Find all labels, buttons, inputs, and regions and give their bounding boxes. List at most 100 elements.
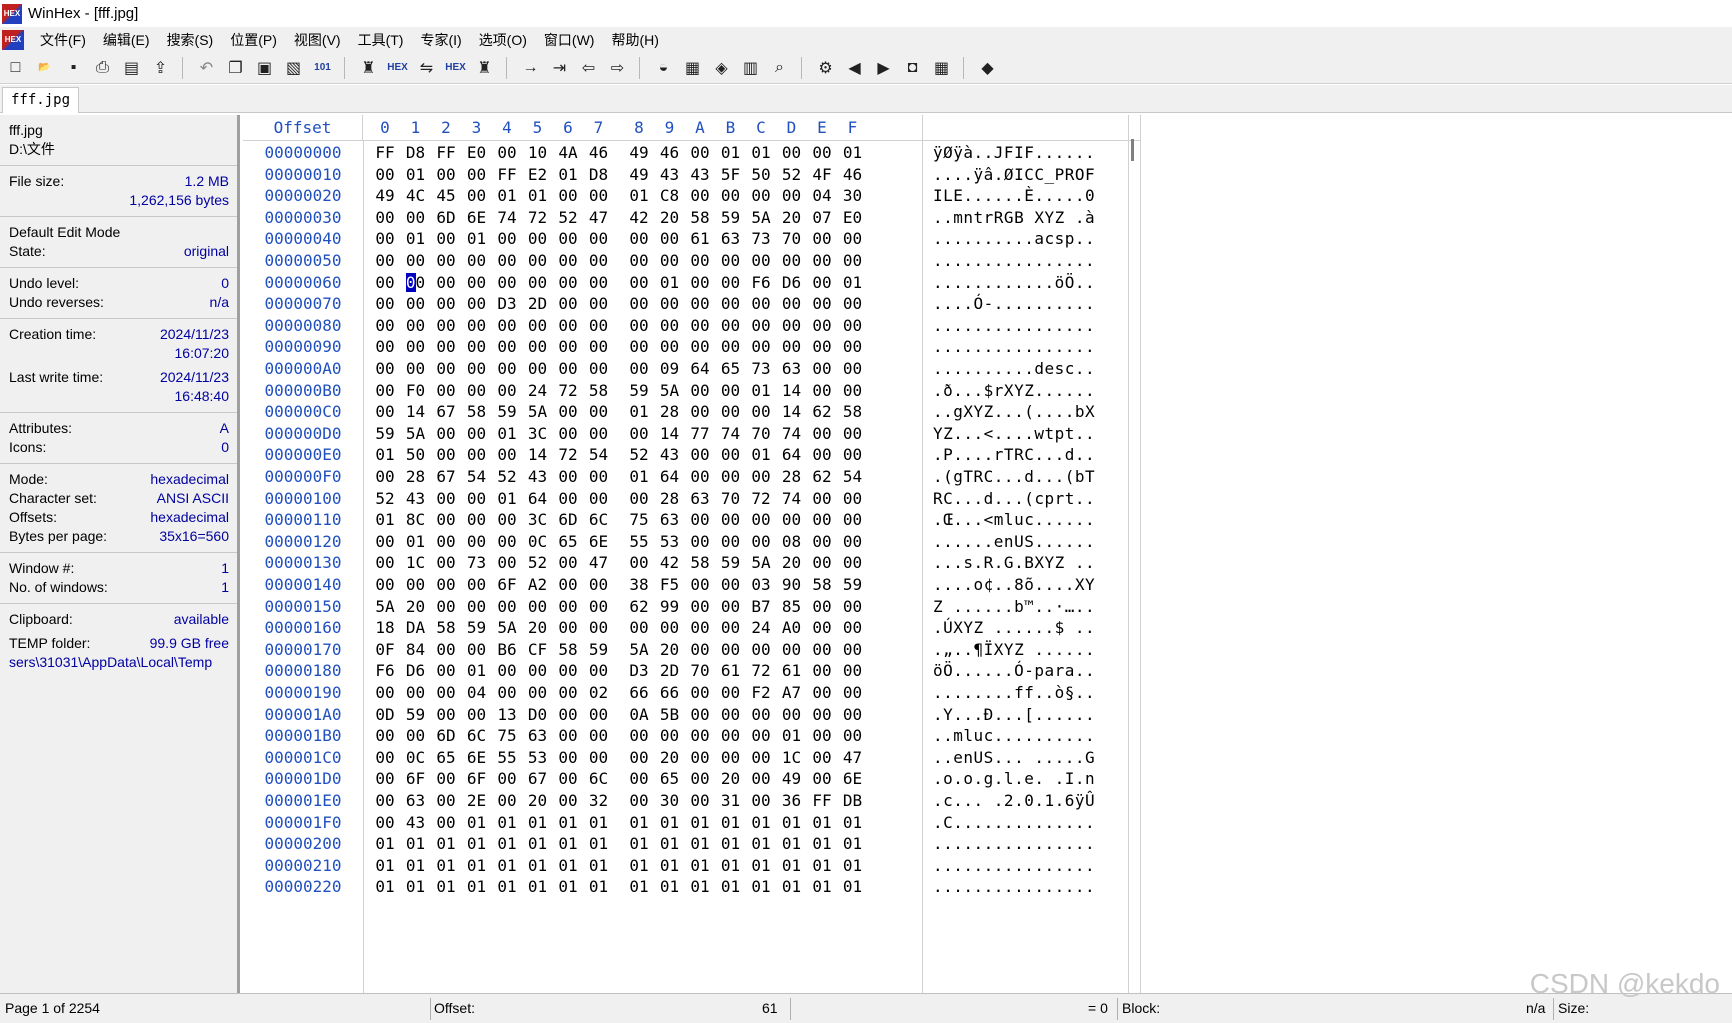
hex-byte[interactable]: 20 [653,746,687,770]
hex-byte[interactable]: 63 [653,508,687,532]
ascii-text[interactable]: ..gXYZ...(....bX [933,400,1133,424]
hex-byte[interactable]: 63 [399,789,433,813]
hex-row[interactable]: 00000220 01 01 01 01 01 01 01 01 01 01 01 01 01 01 01 01… [243,875,1243,899]
hex-byte[interactable]: 00 [714,465,748,489]
hex-byte[interactable]: 00 [460,163,494,187]
hex-byte[interactable]: 24 [744,616,778,640]
hex-byte[interactable]: 43 [399,811,433,835]
hex-byte[interactable]: 01 [836,271,870,295]
hex-byte[interactable]: 20 [521,789,555,813]
hex-byte[interactable]: F2 [744,681,778,705]
hex-byte[interactable]: 0D [368,703,402,727]
hex-byte[interactable]: 01 [775,875,809,899]
hex-byte[interactable]: 01 [429,832,463,856]
ascii-text[interactable]: öÖ......Ó-para.. [933,659,1133,683]
hex-byte[interactable]: 00 [490,141,524,165]
hex-byte[interactable]: 00 [429,292,463,316]
hex-byte[interactable]: 00 [460,184,494,208]
hex-byte[interactable]: 00 [368,551,402,575]
hex-byte[interactable]: 00 [460,249,494,273]
hex-byte[interactable]: 02 [582,681,616,705]
hex-byte[interactable]: 00 [490,271,524,295]
hex-row[interactable]: 00000150 5A 20 00 00 00 00 00 00 62 99 00 00 B7 85 00 00… [243,595,1243,619]
hex-byte[interactable]: 01 [429,875,463,899]
binary-icon[interactable]: 101 [309,56,336,80]
hex-byte[interactable]: 00 [836,292,870,316]
hex-byte[interactable]: 01 [521,811,555,835]
hex-byte[interactable]: 01 [460,659,494,683]
hex-byte[interactable]: 6F [399,767,433,791]
hex-byte[interactable]: 67 [429,400,463,424]
hex-byte[interactable]: 01 [775,854,809,878]
hex-byte[interactable]: 00 [683,595,717,619]
hex-byte[interactable]: 59 [460,616,494,640]
hex-byte[interactable]: 00 [429,703,463,727]
hex-byte[interactable]: 00 [551,746,585,770]
hex-byte[interactable]: 00 [836,314,870,338]
hex-byte[interactable]: 73 [744,227,778,251]
hex-byte[interactable]: 64 [775,443,809,467]
hex-byte[interactable]: D0 [521,703,555,727]
hex-byte[interactable]: 6E [460,746,494,770]
hex-byte[interactable]: 00 [683,789,717,813]
hex-row[interactable]: 000000C0 00 14 67 58 59 5A 00 00 01 28 00 00 00 14 62 58… [243,400,1243,424]
hex-byte[interactable]: 67 [429,465,463,489]
hex-byte[interactable]: 00 [683,379,717,403]
hex-byte[interactable]: 04 [460,681,494,705]
hex-byte[interactable]: 75 [622,508,656,532]
hex-byte[interactable]: 01 [744,832,778,856]
hex-byte[interactable]: 00 [683,400,717,424]
hex-byte[interactable]: 00 [805,681,839,705]
hex-byte[interactable]: 01 [490,811,524,835]
hex-byte[interactable]: F0 [399,379,433,403]
hex-byte[interactable]: 6E [582,530,616,554]
hex-byte[interactable]: 01 [399,832,433,856]
hex-byte[interactable]: 64 [521,487,555,511]
hex-byte[interactable]: 54 [836,465,870,489]
hex-byte[interactable]: 42 [622,206,656,230]
hex-byte[interactable]: FF [805,789,839,813]
ascii-text[interactable]: Z ......b™..·….. [933,595,1133,619]
hex-byte[interactable]: 18 [368,616,402,640]
hex-byte[interactable]: 00 [805,422,839,446]
hex-byte[interactable]: 00 [744,292,778,316]
hex-byte[interactable]: 59 [490,400,524,424]
hex-byte[interactable]: CF [521,638,555,662]
hex-byte[interactable]: 6F [460,767,494,791]
hex-byte[interactable]: 01 [653,875,687,899]
hex-byte[interactable]: 01 [622,854,656,878]
hex-byte[interactable]: 00 [622,551,656,575]
hex-byte[interactable]: 00 [429,551,463,575]
hex-byte[interactable]: 00 [582,746,616,770]
hex-byte[interactable]: 20 [775,551,809,575]
hex-byte[interactable]: 00 [460,573,494,597]
hex-byte[interactable]: 61 [775,659,809,683]
hex-byte[interactable]: 14 [521,443,555,467]
open-folder-icon[interactable]: ⇪ [147,56,174,80]
hex-byte[interactable]: 01 [460,811,494,835]
hex-byte[interactable]: 00 [622,357,656,381]
hex-byte[interactable]: 00 [836,530,870,554]
hex-byte[interactable]: 61 [714,659,748,683]
hex-byte[interactable]: 00 [683,271,717,295]
hex-byte[interactable]: 6E [460,206,494,230]
hex-byte[interactable]: 01 [836,811,870,835]
ascii-text[interactable]: ................ [933,335,1133,359]
hex-byte[interactable]: 01 [490,487,524,511]
hex-byte[interactable]: 00 [551,487,585,511]
hex-byte[interactable]: 00 [399,292,433,316]
row-offset[interactable]: 00000080 [243,314,363,338]
hex-byte[interactable]: 00 [399,681,433,705]
hex-byte[interactable]: 00 [551,703,585,727]
hex-byte[interactable]: 00 [622,292,656,316]
hex-byte[interactable]: 00 [429,487,463,511]
hex-byte[interactable]: 01 [622,875,656,899]
ascii-text[interactable]: ................ [933,832,1133,856]
row-offset[interactable]: 00000130 [243,551,363,575]
hex-byte[interactable]: 00 [490,357,524,381]
hex-byte[interactable]: DA [399,616,433,640]
hex-byte[interactable]: 58 [836,400,870,424]
hex-byte[interactable]: 00 [429,249,463,273]
row-offset[interactable]: 00000100 [243,487,363,511]
hex-byte[interactable]: 72 [744,487,778,511]
